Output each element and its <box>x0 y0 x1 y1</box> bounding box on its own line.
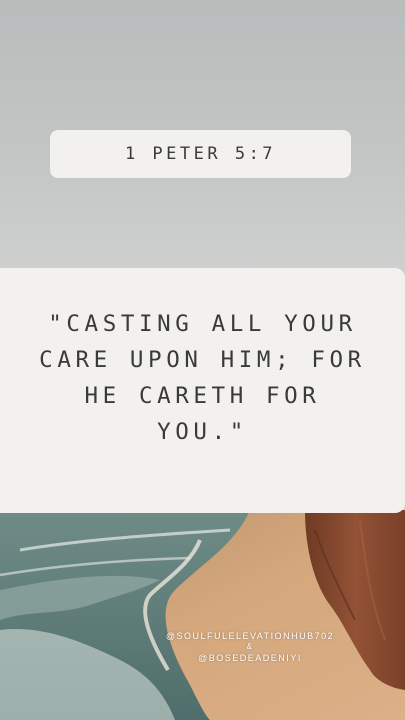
verse-reference: 1 PETER 5:7 <box>124 144 277 164</box>
story-canvas: 1 PETER 5:7 "CASTING ALL YOUR CARE UPON … <box>0 0 405 720</box>
credits-block: @SOULFULELEVATIONHUB702 & @BOSEDEADENIYI <box>152 630 348 664</box>
verse-quote: "CASTING ALL YOUR CARE UPON HIM; FOR HE … <box>39 310 366 445</box>
credit-handle-2: @BOSEDEADENIYI <box>198 653 302 663</box>
credit-separator: & <box>246 642 254 651</box>
credit-handle-1: @SOULFULELEVATIONHUB702 <box>165 631 335 641</box>
verse-reference-pill: 1 PETER 5:7 <box>50 130 351 178</box>
beach-photo-background <box>0 510 405 720</box>
quote-card: "CASTING ALL YOUR CARE UPON HIM; FOR HE … <box>0 268 405 513</box>
